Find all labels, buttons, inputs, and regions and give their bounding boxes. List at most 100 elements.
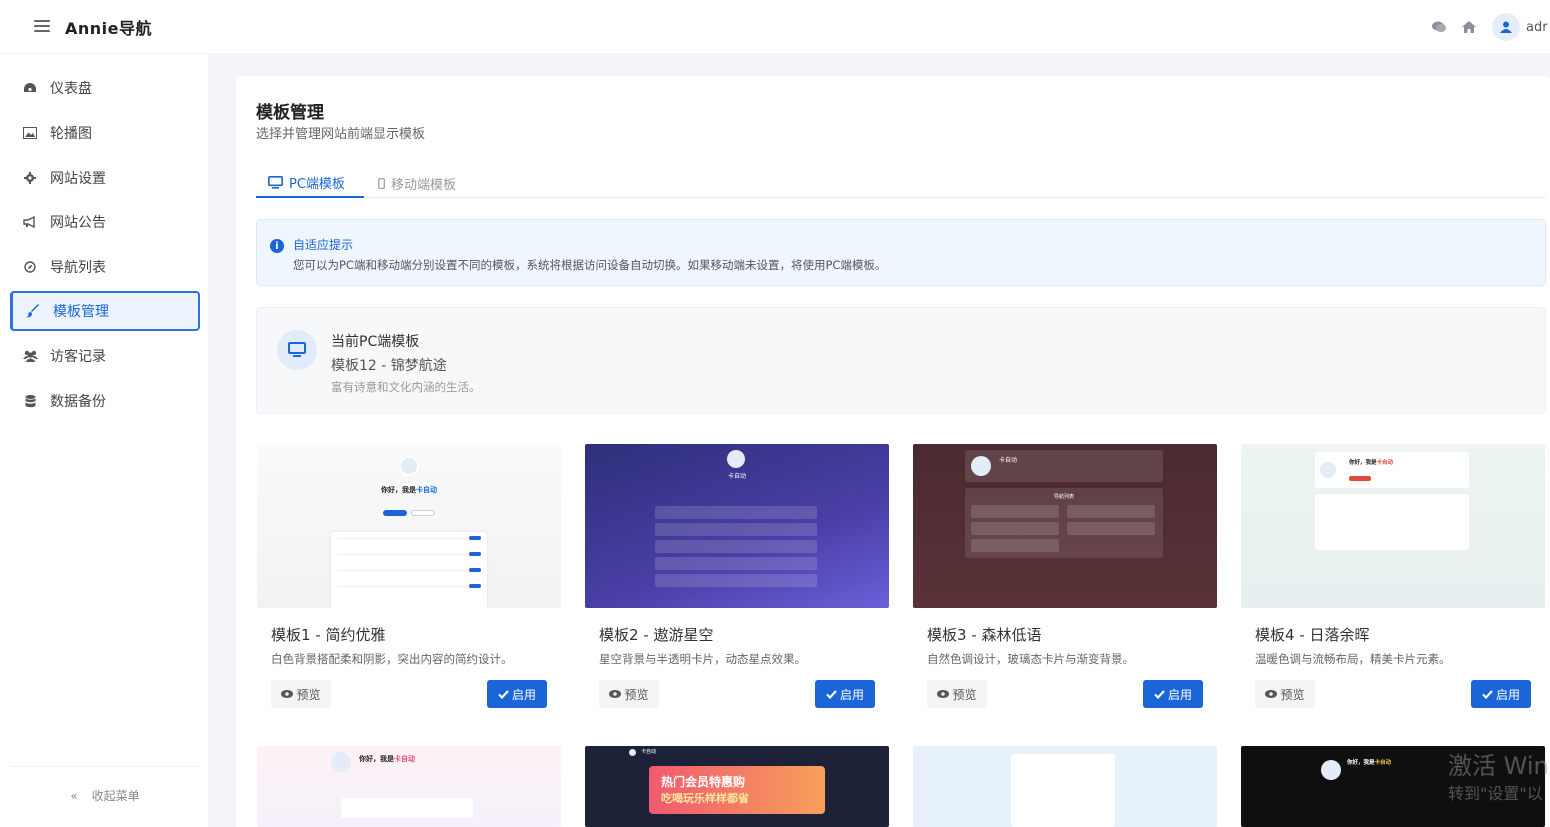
current-template-label: 当前PC端模板 [331,334,420,350]
thumb-greeting: 你好，我是卡自动 [1347,760,1392,766]
info-icon: i [270,239,284,253]
user-name[interactable]: adr [1526,20,1550,35]
monitor-icon [277,330,317,370]
thumb-logo [1321,760,1341,780]
tab-pc-templates[interactable]: PC端模板 [256,168,364,198]
activation-watermark-sub: 转到"设置"以 [1448,784,1543,803]
page-subtitle: 选择并管理网站前端显示模板 [256,127,426,142]
sidebar-item-templates[interactable]: 模板管理 [10,291,200,331]
eye-icon [609,690,622,698]
enable-button[interactable]: 启用 [815,680,875,708]
enable-button[interactable]: 启用 [1143,680,1203,708]
preview-button[interactable]: 预览 [599,680,659,708]
home-icon[interactable] [1454,12,1484,42]
template-title: 模板3 - 森林低语 [927,626,1042,644]
thumb-logo [629,749,636,756]
template-thumbnail[interactable] [913,746,1217,827]
brush-icon [25,303,41,319]
template-card: 你好，我是卡自动 [257,746,561,827]
avatar[interactable] [1492,13,1520,41]
template-thumbnail[interactable]: 你好，我是卡自动 [257,746,561,827]
thumb-list [1011,754,1115,827]
sidebar-item-backup[interactable]: 数据备份 [10,381,200,421]
thumb-greeting: 你好，我是卡自动 [381,486,437,494]
users-icon [22,348,38,364]
template-desc: 白色背景搭配柔和阴影，突出内容的简约设计。 [271,652,513,666]
compass-icon [22,259,38,275]
check-icon [1154,689,1165,699]
adaptive-notice: i 自适应提示 您可以为PC端和移动端分别设置不同的模板，系统将根据访问设备自动… [256,219,1546,286]
check-icon [826,689,837,699]
eye-icon [937,690,950,698]
collapse-menu-button[interactable]: « 收起菜单 [10,766,200,804]
check-icon [1482,689,1493,699]
tab-mobile-templates[interactable]: 移动端模板 [366,168,468,198]
check-icon [498,689,509,699]
eye-icon [281,690,294,698]
top-actions: adr [1424,12,1550,42]
database-icon [22,393,38,409]
template-thumbnail[interactable]: 你好，我是卡自动 [1241,444,1545,608]
template-card: 卡自动 热门会员特惠购 吃喝玩乐样样都省 [585,746,889,827]
template-card: 卡自动 模板2 - 遨游星空 星空背景与半透明卡片，动态星点效果。 预览 启用 [585,444,889,714]
template-title: 模板2 - 遨游星空 [599,626,714,644]
template-card: 你好，我是卡自动 模板4 - 日落余晖 温暖色调与流畅布局，精美卡片元素。 预览… [1241,444,1545,714]
sidebar-item-label: 仪表盘 [50,81,92,97]
template-title: 模板1 - 简约优雅 [271,626,386,644]
thumb-brand: 卡自动 [727,473,746,480]
enable-button[interactable]: 启用 [487,680,547,708]
collapse-label: 收起菜单 [91,789,140,803]
template-desc: 自然色调设计，玻璃态卡片与渐变背景。 [927,652,1134,666]
template-card [913,746,1217,827]
activation-watermark: 激活 Win [1448,752,1549,780]
current-template-panel: 当前PC端模板 模板12 - 锦梦航途 富有诗意和文化内涵的生活。 [256,307,1546,414]
thumb-list [1315,494,1469,550]
megaphone-icon [22,214,38,230]
sidebar-item-label: 数据备份 [50,394,106,410]
template-thumbnail[interactable]: 卡自动 [585,444,889,608]
thumb-list [331,532,487,608]
dashboard-icon [22,80,38,96]
gear-icon [22,170,38,186]
thumb-header: 你好，我是卡自动 [1315,452,1469,488]
template-thumbnail[interactable]: 卡自动 热门会员特惠购 吃喝玩乐样样都省 [585,746,889,827]
preview-button[interactable]: 预览 [927,680,987,708]
template-desc: 温暖色调与流畅布局，精美卡片元素。 [1255,652,1451,666]
brand-title: Annie导航 [65,19,153,38]
thumb-logo [331,752,351,772]
thumb-list [341,798,473,818]
thumb-logo [727,450,745,468]
template-desc: 星空背景与半透明卡片，动态星点效果。 [599,652,806,666]
chat-icon[interactable] [1424,12,1454,42]
preview-button[interactable]: 预览 [1255,680,1315,708]
preview-button[interactable]: 预览 [271,680,331,708]
tab-label: 移动端模板 [391,177,457,193]
menu-toggle-icon[interactable] [34,18,50,34]
page-title: 模板管理 [256,103,324,123]
notice-text: 您可以为PC端和移动端分别设置不同的模板，系统将根据访问设备自动切换。如果移动端… [293,258,887,272]
sidebar-item-label: 网站设置 [50,171,106,187]
main-panel: 模板管理 选择并管理网站前端显示模板 PC端模板 移动端模板 i 自适应提示 您… [236,76,1550,827]
sidebar-item-site-settings[interactable]: 网站设置 [10,158,200,198]
template-thumbnail[interactable]: 卡自动 导航列表 [913,444,1217,608]
template-card: 你好，我是卡自动 模板1 - 简约优雅 白色背景搭配柔和阴影，突出内容的简约设计… [257,444,561,714]
current-template-name: 模板12 - 锦梦航途 [331,358,447,374]
sidebar-item-dashboard[interactable]: 仪表盘 [10,68,200,108]
current-template-desc: 富有诗意和文化内涵的生活。 [331,380,481,394]
sidebar-item-carousel[interactable]: 轮播图 [10,113,200,153]
sidebar-item-visitors[interactable]: 访客记录 [10,336,200,376]
sidebar-item-nav-list[interactable]: 导航列表 [10,247,200,287]
thumb-list [655,506,817,590]
template-thumbnail[interactable]: 你好，我是卡自动 [257,444,561,608]
mobile-icon [378,177,385,189]
enable-button[interactable]: 启用 [1471,680,1531,708]
thumb-header: 卡自动 [965,450,1163,482]
image-icon [22,125,38,141]
thumb-section: 导航列表 [965,488,1163,558]
sidebar-item-label: 模板管理 [53,304,109,320]
template-card: 卡自动 导航列表 模板3 - 森林低语 自然色调设计，玻璃态卡片与渐变背景。 预… [913,444,1217,714]
thumb-button [383,510,407,516]
template-tabs: PC端模板 移动端模板 [256,168,1546,198]
sidebar-item-announcement[interactable]: 网站公告 [10,202,200,242]
tab-label: PC端模板 [289,176,345,192]
